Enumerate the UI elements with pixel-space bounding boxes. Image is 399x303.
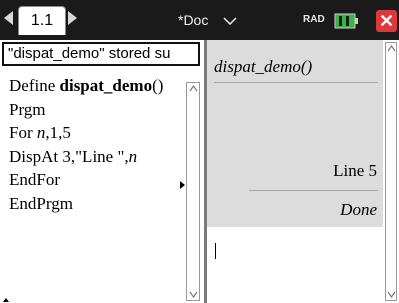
history-output-result[interactable]: Done [340,200,377,220]
status-message: "dispat_demo" stored su [2,42,200,66]
code-line-prgm: Prgm [9,99,46,119]
line-marker-arrow-icon [180,181,185,189]
code-line-endfor: EndFor [9,170,60,189]
code-line-endprgm: EndPrgm [9,193,73,213]
keyword-for: For [9,123,37,142]
title-bar: 1.1 *Doc RAD ✕ [0,0,399,40]
calculator-scrollbar[interactable] [385,42,397,301]
history-separator [249,190,378,191]
scroll-up-icon[interactable] [387,45,396,52]
for-range: ,1,5 [45,123,71,142]
code-line-dispat: DispAt 3,"Line ",n [9,145,163,169]
history-separator [214,82,378,83]
dispat-variable: n [128,146,138,166]
editor-corner-marker-icon [3,298,9,302]
editor-scrollbar[interactable] [186,82,200,301]
history-entry[interactable]: dispat_demo() [214,57,312,77]
document-menu-chevron-icon[interactable] [223,17,237,25]
history-output-line: Line 5 [333,161,377,180]
close-icon[interactable]: ✕ [376,10,397,32]
page-tab[interactable]: 1.1 [18,6,66,35]
scroll-down-icon[interactable] [387,291,396,298]
angle-mode-indicator: RAD [303,14,325,25]
keyword-define: Define [9,76,60,95]
calculator-history: dispat_demo() Line 5 Done [207,40,383,227]
next-page-arrow-icon[interactable] [68,11,77,25]
program-code[interactable]: Define dispat_demo() Prgm For n,1,5 Disp… [9,74,163,215]
calculator-panel[interactable]: dispat_demo() Line 5 Done [207,40,399,303]
program-name: dispat_demo [59,76,153,95]
code-line-for: For n,1,5 [9,121,163,145]
scroll-up-icon[interactable] [189,85,198,92]
program-parens: () [152,76,164,95]
dispat-text: DispAt 3,"Line ", [9,146,129,166]
scroll-down-icon[interactable] [189,291,198,298]
previous-page-arrow-icon[interactable] [4,11,13,25]
entry-line-cursor[interactable] [215,243,216,259]
code-line-define: Define dispat_demo() [9,74,163,98]
battery-icon [334,13,358,29]
program-editor[interactable]: "dispat_demo" stored su Define dispat_de… [0,40,204,303]
document-name[interactable]: *Doc [178,12,208,28]
